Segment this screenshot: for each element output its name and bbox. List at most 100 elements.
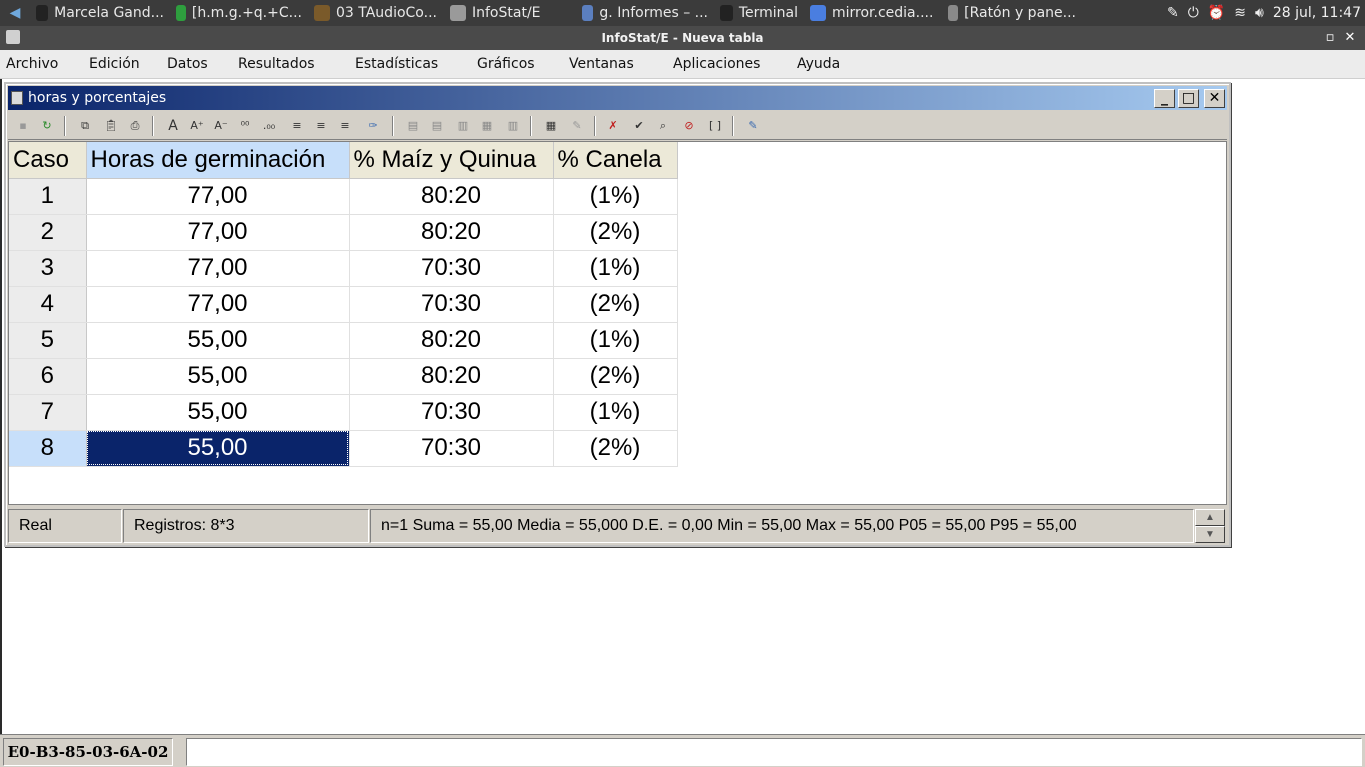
table-cell[interactable]: 77,00: [86, 286, 350, 323]
app-icon[interactable]: [6, 30, 20, 44]
column-header-maiz-quinua[interactable]: % Maíz y Quinua: [349, 142, 554, 179]
spin-down-icon[interactable]: ▼: [1195, 526, 1225, 543]
filter-remove-icon[interactable]: ⊘: [680, 117, 698, 135]
taskbar-item[interactable]: g. Informes – ...: [576, 0, 714, 26]
table-cell[interactable]: 77,00: [86, 178, 350, 215]
brackets-icon[interactable]: [ ]: [706, 117, 724, 135]
delete-column-icon[interactable]: ▥: [504, 117, 522, 135]
align-right-icon[interactable]: ≡: [336, 117, 354, 135]
table-cell[interactable]: (1%): [553, 178, 678, 215]
app-menu-icon[interactable]: ◀: [0, 0, 30, 26]
table-row[interactable]: 7 55,00 70:30 (1%): [9, 394, 678, 431]
mark-icon[interactable]: ✔: [630, 117, 648, 135]
align-left-icon[interactable]: ≡: [288, 117, 306, 135]
taskbar-item[interactable]: 03 TAudioCo...: [308, 0, 444, 26]
close-button[interactable]: ✕: [1204, 89, 1225, 108]
menu-edicion[interactable]: Edición: [89, 56, 140, 72]
table-cell[interactable]: (1%): [553, 394, 678, 431]
menu-aplicaciones[interactable]: Aplicaciones: [673, 56, 760, 72]
table-row[interactable]: 8 55,00 70:30 (2%): [9, 430, 678, 467]
spin-up-icon[interactable]: ▲: [1195, 509, 1225, 526]
table-cell[interactable]: (2%): [553, 286, 678, 323]
menu-estadisticas[interactable]: Estadísticas: [355, 56, 438, 72]
unmark-icon[interactable]: ✗: [604, 117, 622, 135]
table-row[interactable]: 3 77,00 70:30 (1%): [9, 250, 678, 287]
table-cell[interactable]: 70:30: [349, 394, 554, 431]
column-header-canela[interactable]: % Canela: [553, 142, 678, 179]
table-cell[interactable]: 55,00: [86, 394, 350, 431]
status-spinner[interactable]: ▲ ▼: [1195, 509, 1225, 543]
row-number-cell[interactable]: 7: [9, 394, 87, 431]
edit-icon[interactable]: ✎: [568, 117, 586, 135]
table-cell[interactable]: 80:20: [349, 322, 554, 359]
table-cell[interactable]: 70:30: [349, 286, 554, 323]
calculator-icon[interactable]: ✎: [744, 117, 762, 135]
search-icon[interactable]: ⌕: [654, 117, 672, 135]
format-icon[interactable]: ✑: [364, 117, 382, 135]
column-header-caso[interactable]: Caso: [9, 142, 87, 179]
menu-resultados[interactable]: Resultados: [238, 56, 315, 72]
menu-datos[interactable]: Datos: [167, 56, 208, 72]
table-row[interactable]: 6 55,00 80:20 (2%): [9, 358, 678, 395]
table-cell[interactable]: (1%): [553, 250, 678, 287]
table-cell[interactable]: 55,00: [86, 322, 350, 359]
taskbar-item[interactable]: InfoStat/E: [444, 0, 576, 26]
font-increase-icon[interactable]: A⁺: [188, 117, 206, 135]
taskbar-item[interactable]: [Ratón y pane...: [942, 0, 1082, 26]
menu-ayuda[interactable]: Ayuda: [797, 56, 840, 72]
menu-archivo[interactable]: Archivo: [6, 56, 58, 72]
decimals-decrease-icon[interactable]: .₀₀: [260, 117, 278, 135]
table-cell[interactable]: 55,00: [86, 358, 350, 395]
table-cell[interactable]: (2%): [553, 358, 678, 395]
row-number-cell[interactable]: 1: [9, 178, 87, 215]
table-cell[interactable]: 80:20: [349, 178, 554, 215]
align-center-icon[interactable]: ≡: [312, 117, 330, 135]
row-number-cell[interactable]: 8: [9, 430, 87, 467]
clock[interactable]: 28 jul, 11:47: [1273, 5, 1361, 21]
font-icon[interactable]: A: [164, 117, 182, 135]
taskbar-item[interactable]: mirror.cedia....: [804, 0, 942, 26]
copy-icon[interactable]: ⧉: [76, 117, 94, 135]
table-icon[interactable]: ▦: [542, 117, 560, 135]
insert-column-icon[interactable]: ▥: [454, 117, 472, 135]
save-icon[interactable]: ▪: [14, 117, 32, 135]
taskbar-item[interactable]: Marcela Gand...: [30, 0, 170, 26]
table-cell[interactable]: 77,00: [86, 214, 350, 251]
close-button[interactable]: ✕: [1343, 30, 1357, 46]
row-number-cell[interactable]: 3: [9, 250, 87, 287]
delete-row-icon[interactable]: ▤: [428, 117, 446, 135]
edit-note-icon[interactable]: ✎: [1167, 5, 1179, 21]
taskbar-item[interactable]: Terminal: [714, 0, 804, 26]
table-cell[interactable]: 70:30: [349, 250, 554, 287]
maximize-button[interactable]: □: [1178, 89, 1199, 108]
maximize-button[interactable]: ▫: [1323, 30, 1337, 46]
table-row[interactable]: 4 77,00 70:30 (2%): [9, 286, 678, 323]
menu-ventanas[interactable]: Ventanas: [569, 56, 634, 72]
decimals-increase-icon[interactable]: ⁰⁰: [236, 117, 254, 135]
refresh-icon[interactable]: ↻: [38, 117, 56, 135]
child-title-bar[interactable]: horas y porcentajes _ □ ✕: [8, 86, 1227, 110]
table-cell[interactable]: 80:20: [349, 214, 554, 251]
power-plug-icon[interactable]: ⏻: [1188, 5, 1199, 21]
data-grid[interactable]: Caso Horas de germinación % Maíz y Quinu…: [8, 141, 1227, 505]
row-number-cell[interactable]: 2: [9, 214, 87, 251]
taskbar-item[interactable]: [h.m.g.+q.+C...: [170, 0, 308, 26]
paste-icon[interactable]: 📋︎: [102, 117, 120, 135]
row-number-cell[interactable]: 5: [9, 322, 87, 359]
table-cell[interactable]: 55,00: [86, 430, 350, 467]
volume-icon[interactable]: 🔊︎: [1255, 5, 1264, 21]
insert-row-icon[interactable]: ▤: [404, 117, 422, 135]
alarm-clock-icon[interactable]: ⏰: [1208, 5, 1225, 21]
row-number-cell[interactable]: 6: [9, 358, 87, 395]
minimize-button[interactable]: _: [1154, 89, 1175, 108]
table-cell[interactable]: (2%): [553, 214, 678, 251]
add-column-icon[interactable]: ▦: [478, 117, 496, 135]
wifi-icon[interactable]: ≋: [1234, 5, 1246, 21]
table-row[interactable]: 2 77,00 80:20 (2%): [9, 214, 678, 251]
table-cell[interactable]: 77,00: [86, 250, 350, 287]
table-row[interactable]: 1 77,00 80:20 (1%): [9, 178, 678, 215]
table-cell[interactable]: (1%): [553, 322, 678, 359]
menu-graficos[interactable]: Gráficos: [477, 56, 535, 72]
print-icon[interactable]: ⎙: [126, 117, 144, 135]
row-number-cell[interactable]: 4: [9, 286, 87, 323]
